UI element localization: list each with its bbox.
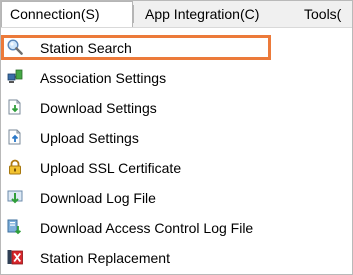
menu-item-label: Upload SSL Certificate (40, 160, 182, 176)
menu-item-station-search[interactable]: Station Search (1, 32, 352, 62)
app-window: Connection(S) App Integration(C) Tools( … (0, 0, 353, 275)
download-document-icon (8, 99, 21, 115)
menu-item-download-access-control-log-file[interactable]: Download Access Control Log File (1, 212, 352, 242)
menu-item-download-log-file[interactable]: Download Log File (1, 182, 352, 212)
menu-item-label: Station Replacement (40, 250, 170, 266)
menu-connection[interactable]: Connection(S) (1, 1, 133, 27)
search-icon (7, 39, 23, 55)
download-access-log-icon (7, 219, 22, 235)
menu-item-label: Station Search (40, 40, 132, 56)
menu-item-label: Download Access Control Log File (40, 220, 254, 236)
replace-icon (7, 250, 23, 265)
menu-item-label: Association Settings (40, 70, 167, 86)
network-icon (7, 69, 23, 83)
connection-dropdown-menu: Station Search Association Settings Down… (1, 32, 352, 272)
menu-bar: Connection(S) App Integration(C) Tools( (1, 1, 352, 28)
upload-document-icon (8, 129, 21, 145)
menu-item-upload-ssl-certificate[interactable]: Upload SSL Certificate (1, 152, 352, 182)
menu-item-association-settings[interactable]: Association Settings (1, 62, 352, 92)
menu-item-label: Upload Settings (40, 130, 139, 146)
menu-item-upload-settings[interactable]: Upload Settings (1, 122, 352, 152)
download-log-icon (7, 190, 23, 204)
menu-item-download-settings[interactable]: Download Settings (1, 92, 352, 122)
menu-item-label: Download Log File (40, 190, 156, 206)
menu-app-integration[interactable]: App Integration(C) (133, 1, 300, 27)
menu-item-station-replacement[interactable]: Station Replacement (1, 242, 352, 272)
menu-item-label: Download Settings (40, 100, 157, 116)
lock-icon (9, 159, 21, 175)
menu-tools[interactable]: Tools( (304, 1, 353, 27)
